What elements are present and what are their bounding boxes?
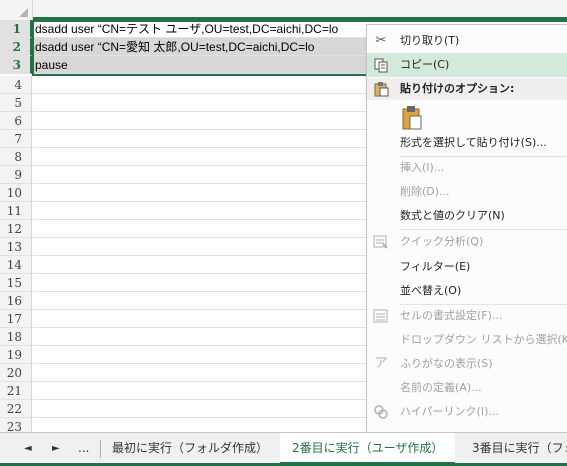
row-header[interactable]: 15 [0, 274, 32, 292]
row-header[interactable]: 8 [0, 148, 32, 166]
scroll-tabs-right-icon[interactable]: ► [52, 441, 60, 457]
quick-analysis-icon [373, 234, 389, 250]
phonetic-icon: ア [374, 356, 388, 371]
row-header[interactable]: 17 [0, 310, 32, 328]
row-header[interactable]: 12 [0, 220, 32, 238]
menu-item-hyperlink[interactable]: ハイパーリンク(I)... [367, 400, 567, 424]
select-all-corner[interactable] [0, 0, 33, 20]
scissors-icon: ✂ [375, 33, 387, 48]
format-cells-icon [373, 308, 389, 324]
menu-item-copy[interactable]: コピー(C) [367, 53, 567, 77]
row-header[interactable]: 6 [0, 112, 32, 130]
row-header[interactable]: 16 [0, 292, 32, 310]
menu-item-label: フィルター(E) [400, 260, 471, 273]
tab-sheet-3[interactable]: 3番目に実行（フォ [460, 433, 567, 465]
copy-icon [373, 57, 389, 73]
tab-sheet-1[interactable]: 最初に実行（フォルダ作成） [100, 433, 280, 465]
paste-button[interactable] [397, 103, 425, 133]
row-header[interactable]: 9 [0, 166, 32, 184]
menu-item-label: セルの書式設定(F)... [400, 309, 503, 322]
menu-item-filter[interactable]: フィルター(E) [367, 255, 567, 279]
row-header[interactable]: 21 [0, 382, 32, 400]
menu-item-label: ふりがなの表示(S) [400, 357, 493, 370]
row-header[interactable]: 14 [0, 256, 32, 274]
menu-item-label: 切り取り(T) [400, 34, 460, 47]
menu-item-label: コピー(C) [400, 58, 450, 71]
sheet-tab-bar: ◄ ► ... 最初に実行（フォルダ作成） 2番目に実行（ユーザ作成） 3番目に… [0, 432, 567, 466]
row-header[interactable]: 3 [0, 56, 32, 74]
menu-item-pick-from-dropdown[interactable]: ドロップダウン リストから選択(K)... [367, 328, 567, 352]
paste-clipboard-icon [401, 105, 423, 134]
menu-item-clear-contents[interactable]: 数式と値のクリア(N) [367, 204, 567, 228]
row-header[interactable]: 22 [0, 400, 32, 418]
menu-item-quick-analysis[interactable]: クイック分析(Q) [367, 230, 567, 254]
menu-item-define-name[interactable]: 名前の定義(A)... [367, 376, 567, 400]
menu-item-paste-special[interactable]: 形式を選択して貼り付け(S)... [367, 131, 567, 155]
menu-item-label: ドロップダウン リストから選択(K)... [400, 333, 567, 346]
row-header[interactable]: 11 [0, 202, 32, 220]
menu-item-label: 名前の定義(A)... [400, 381, 482, 394]
select-all-triangle-icon [19, 8, 28, 17]
menu-item-format-cells[interactable]: セルの書式設定(F)... [367, 304, 567, 328]
menu-item-delete[interactable]: 削除(D)... [367, 180, 567, 204]
context-menu: ✂ 切り取り(T) コピー(C) 貼り付けのオプション: 形式を選択して貼り付け… [366, 24, 567, 434]
tab-sheet-2[interactable]: 2番目に実行（ユーザ作成） [280, 433, 456, 465]
paste-icon [373, 81, 389, 97]
row-header[interactable]: 13 [0, 238, 32, 256]
menu-item-label: 削除(D)... [400, 185, 450, 198]
row-header[interactable]: 19 [0, 346, 32, 364]
row-header[interactable]: 20 [0, 364, 32, 382]
hyperlink-icon [373, 404, 389, 420]
menu-item-label: 数式と値のクリア(N) [400, 209, 505, 222]
menu-item-label: クイック分析(Q) [400, 235, 484, 248]
row-header[interactable]: 10 [0, 184, 32, 202]
menu-item-label: 形式を選択して貼り付け(S)... [400, 136, 547, 149]
more-tabs-button[interactable]: ... [78, 440, 89, 456]
row-header[interactable]: 18 [0, 328, 32, 346]
paste-options-header: 貼り付けのオプション: [367, 78, 567, 100]
row-header[interactable]: 1 [0, 20, 32, 38]
menu-item-label: ハイパーリンク(I)... [400, 405, 499, 418]
menu-item-sort[interactable]: 並べ替え(O) [367, 279, 567, 303]
menu-item-label: 並べ替え(O) [400, 284, 462, 297]
scroll-tabs-left-icon[interactable]: ◄ [24, 441, 32, 457]
row-header[interactable]: 4 [0, 76, 32, 94]
menu-item-show-phonetic[interactable]: ア ふりがなの表示(S) [367, 352, 567, 376]
paste-options-label: 貼り付けのオプション: [400, 82, 515, 95]
row-header[interactable]: 2 [0, 38, 32, 56]
menu-item-label: 挿入(I)... [400, 161, 445, 174]
row-header[interactable]: 5 [0, 94, 32, 112]
menu-item-insert[interactable]: 挿入(I)... [367, 156, 567, 180]
row-header[interactable]: 7 [0, 130, 32, 148]
menu-item-cut[interactable]: ✂ 切り取り(T) [367, 29, 567, 53]
